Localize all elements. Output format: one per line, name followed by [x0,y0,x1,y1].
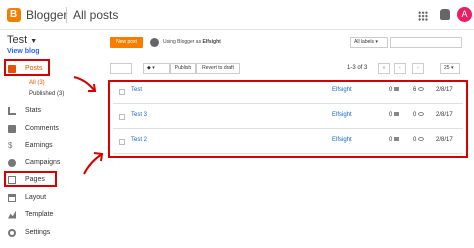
profile-icon [150,38,159,47]
sidebar-item-earnings[interactable]: $ Earnings [8,139,53,152]
caret-down-icon: ▾ [152,65,155,71]
sidebar-item-layout[interactable]: Layout [8,191,46,204]
using-name: Elfsight [202,39,221,45]
label-button[interactable]: ◆ ▾ [143,63,170,74]
caret-down-icon: ▼ [30,38,38,45]
per-page-select[interactable]: 25 ▾ [440,63,460,74]
stats-icon [8,106,16,115]
sidebar-sub-published[interactable]: Published (3) [29,91,64,97]
blog-name: Test [7,34,28,46]
top-bar: B Blogger All posts A [0,0,474,30]
campaigns-icon [8,158,16,167]
sidebar-item-settings[interactable]: Settings [8,226,50,239]
sidebar-item-stats[interactable]: Stats [8,104,41,117]
using-blogger-as: Using Blogger as Elfsight [163,39,221,45]
sidebar-item-label: Settings [25,229,51,236]
gear-icon [8,228,16,237]
revert-to-draft-button[interactable]: Revert to draft [196,63,240,74]
label-icon: ◆ [147,65,151,71]
avatar[interactable]: A [457,7,472,22]
notifications-icon[interactable] [440,9,450,20]
caret-down-icon: ▾ [375,39,378,45]
highlight-box-pages [4,171,57,187]
new-post-button[interactable]: New post [110,37,143,48]
template-icon [8,210,16,219]
sidebar-item-label: Earnings [25,142,53,149]
red-arrow-posts [73,76,97,92]
layout-icon [8,193,16,202]
sidebar-item-template[interactable]: Template [8,208,53,221]
highlight-box-posts [4,59,50,76]
sidebar-sub-all[interactable]: All (3) [29,80,45,86]
caret-down-icon: ▾ [450,65,454,71]
sidebar-item-comments[interactable]: Comments [8,122,59,135]
labels-dropdown[interactable]: All labels ▾ [350,37,388,48]
dollar-icon: $ [8,140,13,150]
sidebar-item-label: Template [25,211,54,218]
sidebar-item-label: Layout [25,194,47,201]
blogger-logo-icon[interactable]: B [7,8,21,22]
search-input[interactable] [390,37,462,48]
sidebar-item-label: Campaigns [25,159,61,166]
prev-page-button[interactable]: ‹ [394,63,406,74]
comments-icon [8,124,16,133]
sidebar-item-label: Comments [25,125,59,132]
select-all-checkbox[interactable] [110,63,132,74]
page-range: 1-3 of 3 [347,65,368,71]
red-arrow-pages [83,152,104,175]
divider [66,7,67,23]
action-bar: ◆ ▾ Publish Revert to draft 1-3 of 3 « ‹… [110,63,468,75]
labels-dropdown-value: All labels [354,39,375,45]
apps-grid-icon[interactable] [418,11,428,21]
page-title: All posts [73,8,119,22]
sidebar-item-campaigns[interactable]: Campaigns [8,156,60,169]
using-prefix: Using Blogger as [163,39,202,45]
blog-selector[interactable]: Test ▼ [7,34,37,46]
view-blog-link[interactable]: View blog [7,48,40,55]
brand-name: Blogger [26,8,68,22]
publish-button[interactable]: Publish [170,63,196,74]
per-page-value: 25 [444,65,450,71]
sidebar-item-label: Stats [25,107,41,114]
next-page-button[interactable]: › [412,63,424,74]
first-page-button[interactable]: « [378,63,390,74]
highlight-box-posts-list [108,80,468,158]
